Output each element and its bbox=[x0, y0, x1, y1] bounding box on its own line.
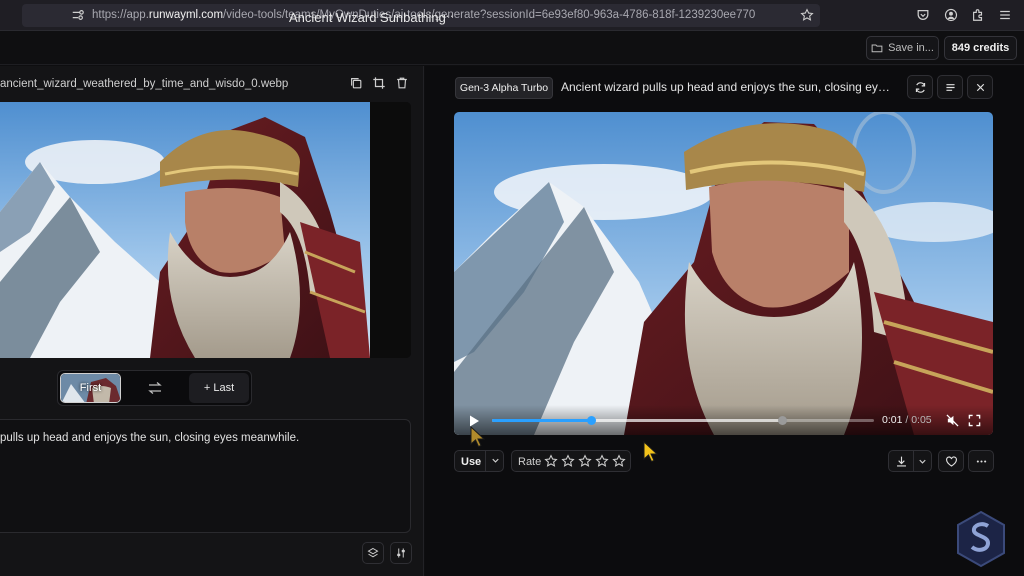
download-button[interactable] bbox=[888, 450, 932, 472]
prompt-text: pulls up head and enjoys the sun, closin… bbox=[0, 432, 300, 444]
close-button[interactable] bbox=[967, 75, 993, 99]
star-icon[interactable] bbox=[544, 454, 558, 468]
wizard-image bbox=[0, 102, 411, 358]
copy-icon[interactable] bbox=[349, 76, 365, 92]
bookmark-star-icon[interactable] bbox=[799, 7, 815, 23]
browser-toolbar: https://app.runwayml.com/video-tools/tea… bbox=[0, 0, 1024, 31]
chevron-down-icon[interactable] bbox=[917, 456, 928, 467]
model-badge: Gen-3 Alpha Turbo bbox=[455, 77, 553, 99]
cursor-pointer-icon bbox=[470, 426, 486, 448]
refresh-icon bbox=[915, 81, 925, 93]
menu-icon[interactable] bbox=[997, 7, 1013, 23]
mute-button[interactable] bbox=[946, 414, 960, 428]
muted-speaker-icon bbox=[946, 414, 959, 427]
pocket-icon[interactable] bbox=[915, 7, 931, 23]
video-frame bbox=[454, 112, 993, 435]
crop-icon[interactable] bbox=[372, 76, 388, 92]
save-in-button[interactable]: Save in... bbox=[866, 36, 939, 60]
url-prefix: https://app. bbox=[92, 9, 149, 21]
layers-icon bbox=[367, 547, 379, 558]
first-label: First bbox=[79, 382, 102, 394]
trash-icon[interactable] bbox=[395, 76, 411, 92]
first-frame-button[interactable]: First bbox=[60, 373, 121, 403]
extensions-icon[interactable] bbox=[970, 7, 986, 23]
presets-button[interactable] bbox=[362, 542, 384, 564]
star-icon[interactable] bbox=[595, 454, 609, 468]
star-icon[interactable] bbox=[612, 454, 626, 468]
url-domain: runwayml.com bbox=[148, 9, 224, 21]
chevron-down-icon[interactable] bbox=[490, 455, 501, 466]
sliders-icon bbox=[397, 548, 405, 558]
add-last-frame-button[interactable]: + Last bbox=[189, 373, 249, 403]
fullscreen-button[interactable] bbox=[968, 414, 982, 428]
time-total: 0:05 bbox=[911, 414, 932, 426]
more-options-button[interactable] bbox=[968, 450, 994, 472]
rate-label: Rate bbox=[518, 456, 542, 468]
heart-icon bbox=[945, 455, 957, 467]
more-dots-icon bbox=[976, 459, 986, 463]
project-title[interactable]: Ancient Wizard Sunbathing bbox=[289, 10, 446, 25]
settings-button[interactable] bbox=[390, 542, 412, 564]
favorite-button[interactable] bbox=[938, 450, 964, 472]
cursor-pointer-icon bbox=[643, 441, 659, 463]
project-more-button[interactable]: ··· bbox=[441, 8, 454, 23]
credits-button[interactable]: 849 credits bbox=[944, 36, 1017, 60]
channel-logo-icon bbox=[957, 510, 1005, 568]
use-label: Use bbox=[461, 456, 482, 468]
time-separator: / bbox=[902, 414, 912, 426]
use-button[interactable]: Use bbox=[454, 450, 504, 472]
use-divider bbox=[485, 451, 486, 471]
generation-prompt: Ancient wizard pulls up head and enjoys … bbox=[561, 80, 893, 94]
star-icon[interactable] bbox=[578, 454, 592, 468]
rating-widget: Rate bbox=[511, 450, 631, 472]
progress-fill bbox=[492, 419, 592, 422]
close-icon bbox=[976, 83, 984, 91]
first-frame-image[interactable] bbox=[0, 102, 411, 358]
star-icon[interactable] bbox=[561, 454, 575, 468]
download-divider bbox=[913, 451, 914, 471]
details-button[interactable] bbox=[937, 75, 963, 99]
folder-icon bbox=[871, 44, 883, 53]
time-display: 0:01 / 0:05 bbox=[882, 414, 932, 426]
lines-icon bbox=[945, 83, 955, 91]
file-name: ancient_wizard_weathered_by_time_and_wis… bbox=[0, 78, 289, 90]
fullscreen-icon bbox=[968, 414, 981, 427]
reuse-settings-button[interactable] bbox=[907, 75, 933, 99]
download-icon bbox=[897, 456, 906, 467]
time-current: 0:01 bbox=[882, 414, 903, 426]
video-player[interactable]: 0:01 / 0:05 bbox=[454, 112, 993, 435]
seek-bar[interactable] bbox=[492, 416, 874, 425]
permissions-icon[interactable] bbox=[70, 7, 86, 23]
account-icon[interactable] bbox=[943, 7, 959, 23]
save-in-label: Save in... bbox=[888, 42, 934, 54]
swap-icon[interactable] bbox=[147, 381, 163, 395]
